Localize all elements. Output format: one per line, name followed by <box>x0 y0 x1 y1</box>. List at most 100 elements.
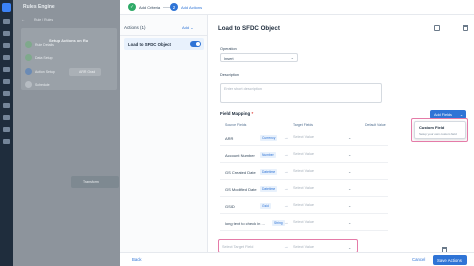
breadcrumb: Rule / Rules <box>34 18 54 22</box>
app-title: Rules Engine <box>23 4 55 10</box>
highlight-custom-field <box>411 118 468 142</box>
target-select[interactable]: Select Value <box>293 169 314 173</box>
app-logo-icon <box>2 3 11 12</box>
chevron-down-icon: ⌄ <box>348 220 352 225</box>
step-number: 2 <box>170 3 178 11</box>
bg-step: Action Setup <box>25 68 55 75</box>
add-action-label: Add <box>182 25 190 30</box>
actions-panel: Actions (1) Add ⌄ Load to SFDC Object <box>120 15 208 266</box>
bg-step-label: Rule Details <box>35 42 54 47</box>
operation-select[interactable]: Insert ⌄ <box>220 53 298 62</box>
actions-header: Actions (1) <box>124 25 146 30</box>
operation-value: Insert <box>224 56 234 61</box>
mapping-row: Account Number Number → Select Value ⌄ <box>220 149 388 163</box>
target-select[interactable]: Select Value <box>293 220 314 224</box>
column-source: Source Fields <box>225 123 247 127</box>
check-icon: ✓ <box>128 3 136 11</box>
source-field: ARR <box>225 136 234 141</box>
nav-icon[interactable] <box>3 31 10 36</box>
action-item-label: Load to SFDC Object <box>128 42 171 47</box>
nav-icon[interactable] <box>3 19 10 24</box>
source-field: Account Number <box>225 153 255 158</box>
arrow-right-icon: → <box>284 220 289 225</box>
step-add-actions[interactable]: 2 Add Actions <box>170 3 202 11</box>
nav-icon[interactable] <box>3 103 10 108</box>
chevron-down-icon: ⌄ <box>459 113 463 117</box>
arrow-right-icon: → <box>284 186 289 191</box>
save-actions-button[interactable]: Save Actions <box>433 255 467 265</box>
footer-bar: Back Cancel Save Actions <box>120 252 474 266</box>
chevron-down-icon: ⌄ <box>348 186 352 191</box>
field-mapping-title: Field Mapping * <box>220 111 253 116</box>
delete-icon[interactable] <box>463 25 468 31</box>
step-label: Add Criteria <box>139 4 161 10</box>
target-select[interactable]: Select Value <box>293 186 314 190</box>
bg-step: Schedule <box>25 81 50 88</box>
arrow-right-icon: → <box>284 203 289 208</box>
back-button[interactable]: Back <box>132 257 142 262</box>
nav-icon[interactable] <box>3 91 10 96</box>
nav-icon[interactable] <box>3 67 10 72</box>
source-field: GS Created Date <box>225 170 256 175</box>
chevron-down-icon: ⌄ <box>348 169 352 174</box>
add-action-button[interactable]: Add ⌄ <box>182 25 194 30</box>
nav-icon[interactable] <box>3 79 10 84</box>
app-nav-rail <box>0 0 13 266</box>
description-label: Description <box>220 73 239 77</box>
nav-icon[interactable] <box>3 115 10 120</box>
chevron-down-icon: ⌄ <box>348 203 352 208</box>
arrow-right-icon: → <box>284 135 289 140</box>
source-field: GSID <box>225 204 235 209</box>
mapping-row: GS Modified Date Datetime → Select Value… <box>220 183 388 197</box>
bg-rule-node: ARR Grad <box>69 68 101 76</box>
type-badge: Datetime <box>260 169 278 175</box>
highlight-new-row <box>218 239 358 253</box>
bg-step-label: Action Setup <box>35 69 55 74</box>
source-field: long text to check in ... <box>225 221 265 226</box>
field-mapping-label: Field Mapping <box>220 111 251 116</box>
type-badge: String <box>272 220 285 226</box>
back-arrow-icon[interactable]: ← <box>21 17 25 22</box>
bg-step-label: Data Setup <box>35 55 53 60</box>
nav-icon[interactable] <box>3 127 10 132</box>
action-editor: Load to SFDC Object Operation Insert ⌄ D… <box>208 15 474 266</box>
bg-transform-node: Transform <box>71 176 119 188</box>
arrow-right-icon: → <box>284 169 289 174</box>
chevron-down-icon: ⌄ <box>290 55 294 60</box>
mapping-row: GS Created Date Datetime → Select Value … <box>220 166 388 180</box>
target-select[interactable]: Select Value <box>293 203 314 207</box>
bg-step-label: Schedule <box>35 82 50 87</box>
step-add-criteria[interactable]: ✓ Add Criteria <box>128 3 160 11</box>
mapping-row: GSID Gsid → Select Value ⌄ <box>220 200 388 214</box>
source-field: GS Modified Date <box>225 187 257 192</box>
bg-step: Data Setup <box>25 54 53 61</box>
add-fields-label: Add Fields <box>434 112 452 117</box>
step-pending-icon <box>25 81 32 88</box>
step-current-icon <box>25 68 32 75</box>
divider <box>120 35 208 36</box>
arrow-right-icon: → <box>284 152 289 157</box>
required-mark: * <box>251 111 254 116</box>
action-item[interactable]: Load to SFDC Object <box>124 38 204 50</box>
type-badge: Number <box>260 152 276 158</box>
nav-icon[interactable] <box>3 55 10 60</box>
bg-setup-title: Setup Actions on Ru <box>49 38 89 43</box>
description-textarea[interactable]: Enter short description <box>220 83 382 103</box>
type-badge: Datetime <box>260 186 278 192</box>
edit-icon[interactable] <box>434 25 440 31</box>
nav-icon[interactable] <box>3 43 10 48</box>
chevron-down-icon: ⌄ <box>190 25 194 30</box>
cancel-button[interactable]: Cancel <box>412 257 425 262</box>
type-badge: Currency <box>260 135 278 141</box>
target-select[interactable]: Select Value <box>293 152 314 156</box>
target-select[interactable]: Select Value <box>293 135 314 139</box>
mapping-row: ARR Currency → Select Value ⌄ <box>220 132 388 146</box>
check-icon <box>25 54 32 61</box>
operation-label: Operation <box>220 47 237 51</box>
chevron-down-icon: ⌄ <box>348 135 352 140</box>
nav-icon[interactable] <box>3 139 10 144</box>
chevron-down-icon: ⌄ <box>348 152 352 157</box>
action-toggle[interactable] <box>190 40 201 47</box>
column-target: Target Fields <box>293 123 314 127</box>
mapping-row: long text to check in ... String → Selec… <box>220 217 388 231</box>
